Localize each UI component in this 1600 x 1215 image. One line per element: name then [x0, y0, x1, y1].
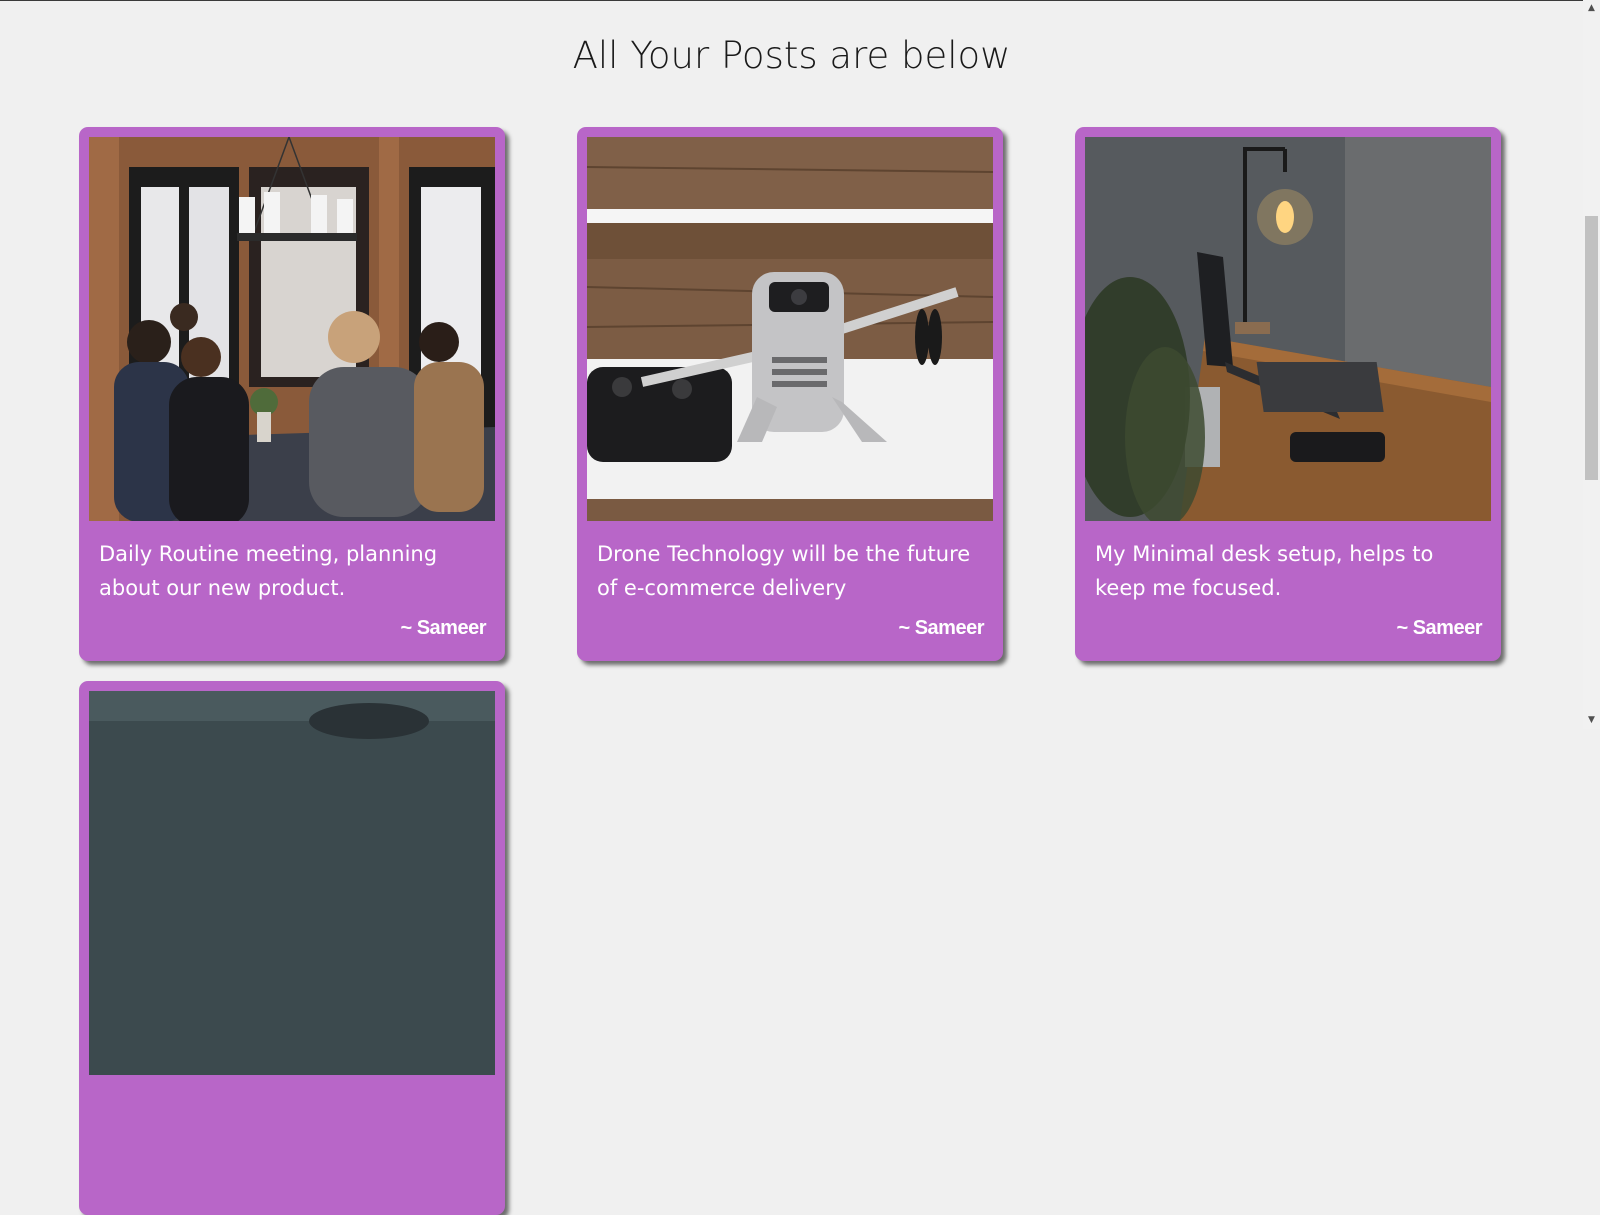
- page-title: All Your Posts are below: [572, 34, 1011, 77]
- post-author: ~ Sameer: [400, 617, 486, 639]
- post-caption: Drone Technology will be the future of e…: [597, 542, 971, 600]
- chevron-down-icon[interactable]: ▼: [1583, 712, 1600, 729]
- post-image-drone[interactable]: [587, 137, 993, 521]
- post-author: ~ Sameer: [898, 617, 984, 639]
- chevron-up-icon[interactable]: ▲: [1583, 0, 1600, 17]
- post-card[interactable]: Drone Technology will be the future of e…: [577, 127, 1003, 661]
- post-card[interactable]: My Minimal desk setup, helps to keep me …: [1075, 127, 1501, 661]
- post-author: ~ Sameer: [1396, 617, 1482, 639]
- scrollbar-thumb[interactable]: [1585, 216, 1598, 480]
- vertical-scrollbar[interactable]: ▲ ▼: [1583, 0, 1600, 729]
- post-image-desk-setup[interactable]: [1085, 137, 1491, 521]
- post-caption: Daily Routine meeting, planning about ou…: [99, 542, 438, 600]
- window-top-border: [0, 0, 1600, 1]
- post-image-team-meeting[interactable]: [89, 137, 495, 521]
- post-card[interactable]: [79, 681, 505, 1215]
- post-caption: My Minimal desk setup, helps to keep me …: [1095, 542, 1434, 600]
- post-card[interactable]: Daily Routine meeting, planning about ou…: [79, 127, 505, 661]
- post-image-partial[interactable]: [89, 691, 495, 1075]
